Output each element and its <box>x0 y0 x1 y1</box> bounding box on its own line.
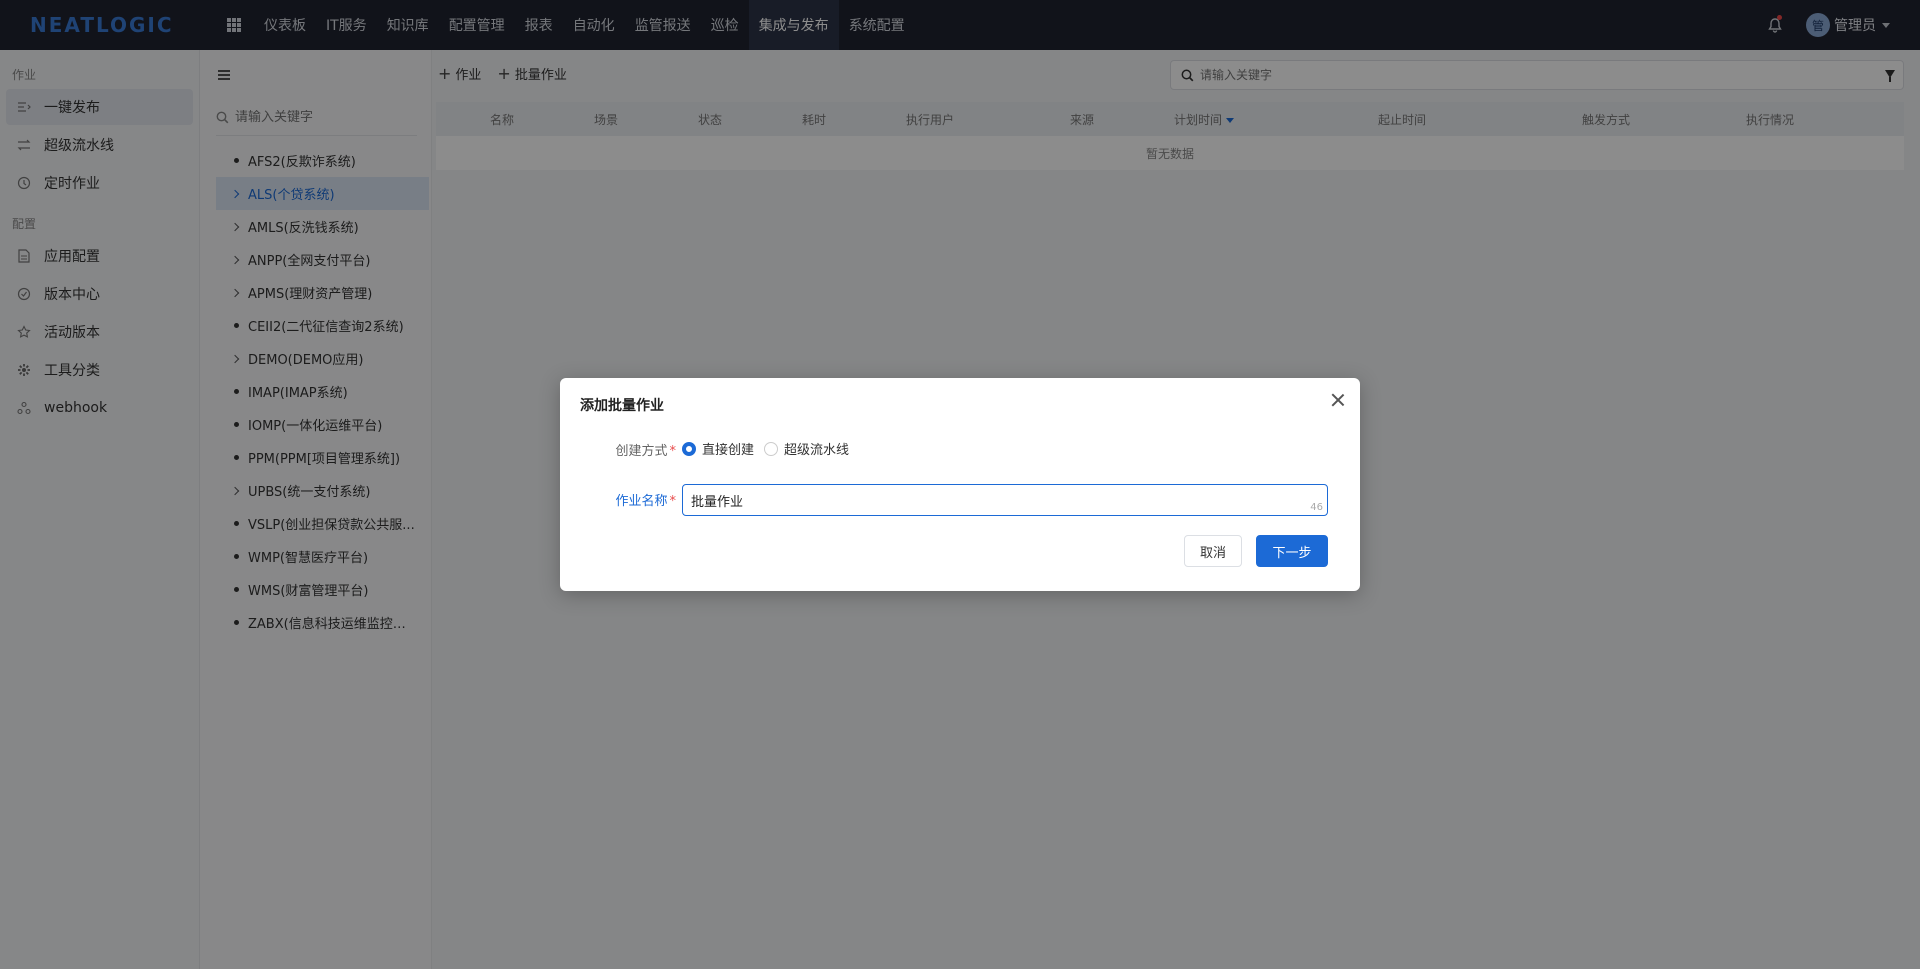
create-mode-label: 创建方式 * <box>615 444 676 459</box>
dialog-title: 添加批量作业 <box>580 398 664 414</box>
close-icon[interactable] <box>1330 392 1346 408</box>
cancel-button[interactable]: 取消 <box>1184 535 1242 567</box>
job-name-field: 46 <box>682 484 1328 516</box>
job-name-input[interactable] <box>691 485 1271 515</box>
radio-super-pipeline[interactable]: 超级流水线 <box>764 439 849 458</box>
job-name-label: 作业名称 * <box>615 494 676 509</box>
next-step-button[interactable]: 下一步 <box>1256 535 1328 567</box>
create-mode-radio-group: 直接创建 超级流水线 <box>682 439 859 458</box>
char-counter: 46 <box>1310 502 1323 513</box>
add-batch-job-dialog: 添加批量作业 创建方式* 直接创建 超级流水线 作业名称* 46 取消 下一步 <box>560 378 1360 591</box>
radio-direct-create[interactable]: 直接创建 <box>682 439 754 458</box>
